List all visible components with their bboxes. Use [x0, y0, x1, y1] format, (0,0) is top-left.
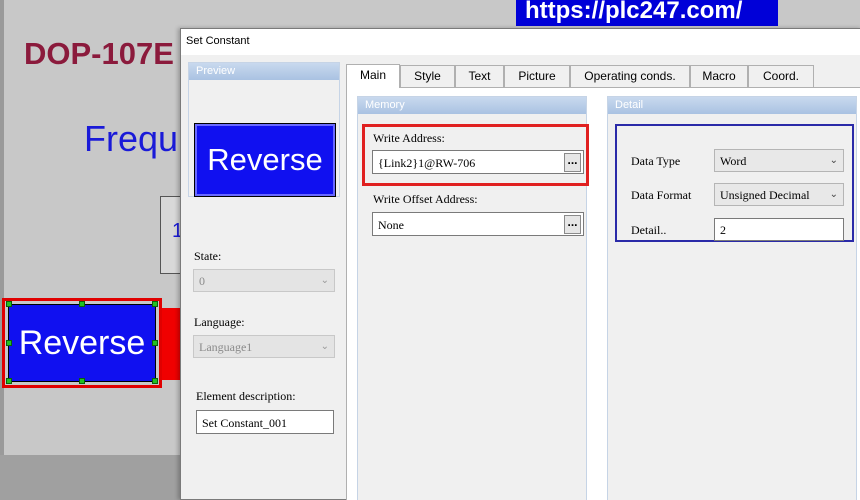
chevron-down-icon: ⌄	[320, 341, 329, 352]
hmi-screen-title: DOP-107E	[24, 36, 174, 71]
detail-header: Detail	[608, 97, 856, 114]
resize-handle-top-mid[interactable]	[79, 301, 85, 307]
memory-header: Memory	[358, 97, 586, 114]
write-offset-input[interactable]: None ...	[372, 212, 584, 236]
hmi-reverse-button[interactable]: Reverse	[8, 304, 156, 382]
memory-group: Memory Write Address: {Link2}1@RW-706 ..…	[357, 96, 589, 500]
write-address-value: {Link2}1@RW-706	[378, 156, 476, 170]
resize-handle-mid-right[interactable]	[152, 340, 158, 346]
data-format-label: Data Format	[631, 188, 692, 202]
data-type-value: Word	[720, 154, 747, 168]
chevron-down-icon: ⌄	[320, 275, 329, 286]
detail-label: Detail..	[631, 223, 667, 237]
language-label: Language:	[194, 315, 245, 329]
resize-handle-top-left[interactable]	[6, 301, 12, 307]
preview-group: Preview Reverse	[188, 62, 340, 197]
dialog-title: Set Constant	[181, 29, 860, 55]
language-select[interactable]: Language1 ⌄	[193, 335, 335, 358]
tab-picture[interactable]: Picture	[504, 65, 570, 87]
detail-group: Detail Data Type Word ⌄ Data Format Unsi…	[607, 96, 857, 500]
detail-value: 2	[720, 223, 726, 237]
write-offset-label: Write Offset Address:	[373, 192, 478, 206]
tab-macro[interactable]: Macro	[690, 65, 748, 87]
resize-handle-bottom-right[interactable]	[152, 378, 158, 384]
data-format-value: Unsigned Decimal	[720, 188, 810, 202]
set-constant-dialog: Set Constant Preview Reverse State: 0 ⌄ …	[180, 28, 860, 500]
resize-handle-bottom-mid[interactable]	[79, 378, 85, 384]
element-description-label: Element description:	[196, 389, 296, 403]
state-label: State:	[194, 249, 222, 263]
state-value: 0	[199, 274, 205, 288]
write-address-browse-button[interactable]: ...	[564, 153, 581, 172]
tab-main[interactable]: Main	[346, 64, 400, 88]
tab-bar: Main Style Text Picture Operating conds.…	[346, 64, 860, 88]
preview-header: Preview	[189, 63, 339, 80]
element-description-input[interactable]: Set Constant_001	[196, 410, 334, 434]
write-offset-browse-button[interactable]: ...	[564, 215, 581, 234]
website-watermark: https://plc247.com/	[516, 0, 778, 26]
data-format-select[interactable]: Unsigned Decimal ⌄	[714, 183, 844, 206]
language-value: Language1	[199, 340, 253, 354]
tab-style[interactable]: Style	[400, 65, 455, 87]
hmi-frequency-label: Frequ	[84, 118, 179, 159]
element-description-value: Set Constant_001	[202, 416, 288, 430]
write-address-input[interactable]: {Link2}1@RW-706 ...	[372, 150, 584, 174]
resize-handle-bottom-left[interactable]	[6, 378, 12, 384]
chevron-down-icon: ⌄	[829, 155, 838, 166]
tab-operating-conds[interactable]: Operating conds.	[570, 65, 690, 87]
chevron-down-icon: ⌄	[829, 189, 838, 200]
resize-handle-top-right[interactable]	[152, 301, 158, 307]
data-type-select[interactable]: Word ⌄	[714, 149, 844, 172]
detail-input[interactable]: 2	[714, 218, 844, 241]
tab-coord[interactable]: Coord.	[748, 65, 814, 87]
resize-handle-mid-left[interactable]	[6, 340, 12, 346]
write-offset-value: None	[378, 218, 404, 232]
state-select[interactable]: 0 ⌄	[193, 269, 335, 292]
tab-text[interactable]: Text	[455, 65, 504, 87]
preview-button: Reverse	[194, 123, 336, 197]
write-address-label: Write Address:	[373, 131, 445, 145]
main-tab-panel: Memory Write Address: {Link2}1@RW-706 ..…	[346, 87, 860, 500]
data-type-label: Data Type	[631, 154, 681, 168]
